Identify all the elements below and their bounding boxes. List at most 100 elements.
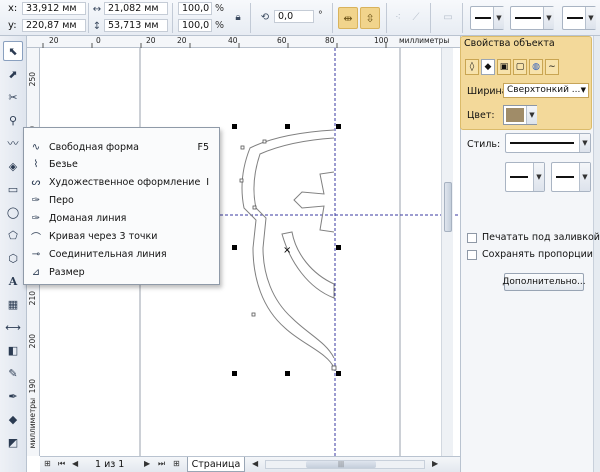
scroll-right-icon[interactable]: ▶ [432, 459, 438, 468]
node-handle[interactable] [262, 139, 267, 144]
menu-item-dimension[interactable]: ⊿ Размер [26, 263, 217, 281]
fill-tool-icon[interactable]: ◆ [3, 409, 23, 429]
ellipse-tool-icon[interactable]: ◯ [3, 202, 23, 222]
last-page-icon[interactable]: ⏭ [158, 459, 165, 469]
fill-tab-icon[interactable]: ◊ [465, 59, 479, 75]
smart-fill-icon[interactable]: ◈ [3, 156, 23, 176]
summary-tab-icon[interactable]: ▣ [497, 59, 511, 75]
shape-tool-icon[interactable]: ⬈ [3, 64, 23, 84]
scale-y-field[interactable]: 100,0 [178, 19, 212, 32]
node-handle[interactable] [331, 365, 337, 371]
outline-width-dropdown[interactable]: Сверхтонкий ... ▼ [503, 83, 589, 98]
node-handle[interactable] [240, 145, 245, 150]
scale-y-unit: % [215, 20, 225, 31]
add-page-end-icon[interactable]: ⊞ [173, 459, 180, 468]
lock-ratio-icon[interactable]: 🔒︎ [232, 11, 244, 23]
interactive-fill-icon[interactable]: ◩ [3, 432, 23, 452]
menu-item-connector[interactable]: ⊸ Соединительная линия [26, 245, 217, 263]
menu-item-shortcut: F5 [197, 141, 209, 153]
page-tab[interactable]: Страница [187, 457, 245, 472]
interactive-tool-icon[interactable]: ◧ [3, 340, 23, 360]
menu-item-three-point-curve[interactable]: ⌒ Кривая через 3 точки [26, 227, 217, 245]
selection-handle[interactable] [285, 371, 290, 376]
outline-end-dropdown[interactable]: ▼ [562, 6, 596, 30]
node-handle[interactable] [239, 178, 244, 183]
menu-item-artistic-media[interactable]: ᔕ Художественное оформление I [26, 173, 217, 191]
menu-item-polyline[interactable]: ✑ Доманая линия [26, 209, 217, 227]
eyedropper-icon[interactable]: ✎ [3, 363, 23, 383]
node-handle[interactable] [252, 205, 257, 210]
shield-inner-path[interactable] [253, 137, 335, 359]
menu-item-pen[interactable]: ✑ Перо [26, 191, 217, 209]
rectangle-tool-icon[interactable]: ▭ [3, 179, 23, 199]
print-behind-fill-option[interactable]: Печатать под заливкой [467, 232, 600, 243]
selection-handle[interactable] [285, 124, 290, 129]
mirror-horizontal-button[interactable]: ⇹ [338, 7, 358, 29]
selection-handle[interactable] [232, 371, 237, 376]
menu-item-label: Перо [49, 194, 74, 206]
line-sample [510, 142, 574, 144]
y-position-field[interactable]: 220,87 мм [22, 19, 86, 32]
more-button[interactable]: Дополнительно... [502, 273, 586, 291]
wing-path[interactable] [281, 231, 335, 299]
pick-tool-icon[interactable]: ⬉ [3, 41, 23, 61]
next-page-icon[interactable]: ▶ [144, 459, 150, 468]
scale-x-field[interactable]: 100,0 [178, 2, 212, 15]
cross-path[interactable] [293, 171, 335, 233]
menu-item-shortcut: I [206, 176, 209, 188]
parallel-dimension-icon[interactable]: ⟷ [3, 317, 23, 337]
polygon-tool-icon[interactable]: ⬠ [3, 225, 23, 245]
chevron-down-icon: ▼ [585, 7, 596, 29]
rotation-field[interactable]: 0,0 [274, 10, 314, 23]
keep-proportions-option[interactable]: Сохранять пропорции [467, 249, 593, 260]
outline-style-dropdown[interactable]: ▼ [510, 6, 554, 30]
x-position-field[interactable]: 33,912 мм [22, 2, 86, 15]
page-navigation-bar: ⊞ ⏮ ◀ 1 из 1 ▶ ⏭ ⊞ Страница ◀ ||| ▶ [40, 456, 460, 472]
first-page-icon[interactable]: ⏮ [58, 459, 65, 469]
outline-tab-icon[interactable]: ◆ [481, 59, 495, 75]
previous-page-icon[interactable]: ◀ [72, 459, 78, 468]
basic-shapes-icon[interactable]: ⬡ [3, 248, 23, 268]
vertical-scrollbar[interactable] [441, 48, 453, 456]
horizontal-scrollbar[interactable]: ||| [265, 460, 425, 469]
node-handle[interactable] [251, 312, 256, 317]
line-sample [475, 17, 491, 19]
zoom-tool-icon[interactable]: ⚲ [3, 110, 23, 130]
selection-handle[interactable] [232, 124, 237, 129]
mirror-vertical-button[interactable]: ⇳ [360, 7, 380, 29]
width-field[interactable]: 21,082 мм [104, 2, 168, 15]
scrollbar-thumb[interactable] [444, 182, 452, 232]
selection-handle[interactable] [336, 245, 341, 250]
selection-handle[interactable] [232, 245, 237, 250]
center-marker-icon[interactable]: × [283, 245, 291, 256]
add-page-icon[interactable]: ⊞ [44, 459, 51, 468]
line-start-dropdown[interactable]: ▼ [505, 162, 545, 192]
keep-proportions-checkbox[interactable] [467, 249, 477, 260]
scroll-left-icon[interactable]: ◀ [252, 459, 258, 468]
selection-handle[interactable] [336, 371, 341, 376]
curve-tab-icon[interactable]: ∼ [545, 59, 559, 75]
menu-item-freehand[interactable]: ∿ Свободная форма F5 [26, 138, 217, 156]
text-tool-icon[interactable]: A [3, 271, 23, 291]
separator [250, 3, 251, 33]
internet-tab-icon[interactable]: ◍ [529, 59, 543, 75]
crop-tool-icon[interactable]: ✂ [3, 87, 23, 107]
table-tool-icon[interactable]: ▦ [3, 294, 23, 314]
curve-tool-icon[interactable]: 〰 [3, 133, 23, 153]
print-behind-fill-checkbox[interactable] [467, 232, 477, 243]
frame-tab-icon[interactable]: ▢ [513, 59, 527, 75]
artistic-media-icon: ᔕ [31, 176, 41, 188]
selection-handle[interactable] [336, 124, 341, 129]
color-swatch [506, 108, 524, 122]
outline-color-picker[interactable]: ▼ [503, 105, 537, 125]
outline-start-dropdown[interactable]: ▼ [470, 6, 504, 30]
color-label: Цвет: [467, 110, 495, 121]
line-end-dropdown[interactable]: ▼ [551, 162, 591, 192]
menu-item-label: Размер [49, 266, 85, 278]
line-style-dropdown[interactable]: ▼ [505, 133, 591, 153]
scrollbar-thumb[interactable]: ||| [306, 461, 376, 468]
height-field[interactable]: 53,713 мм [104, 19, 168, 32]
outline-pen-icon[interactable]: ✒ [3, 386, 23, 406]
separator [88, 3, 89, 33]
menu-item-bezier[interactable]: ⌇ Безье [26, 155, 217, 173]
